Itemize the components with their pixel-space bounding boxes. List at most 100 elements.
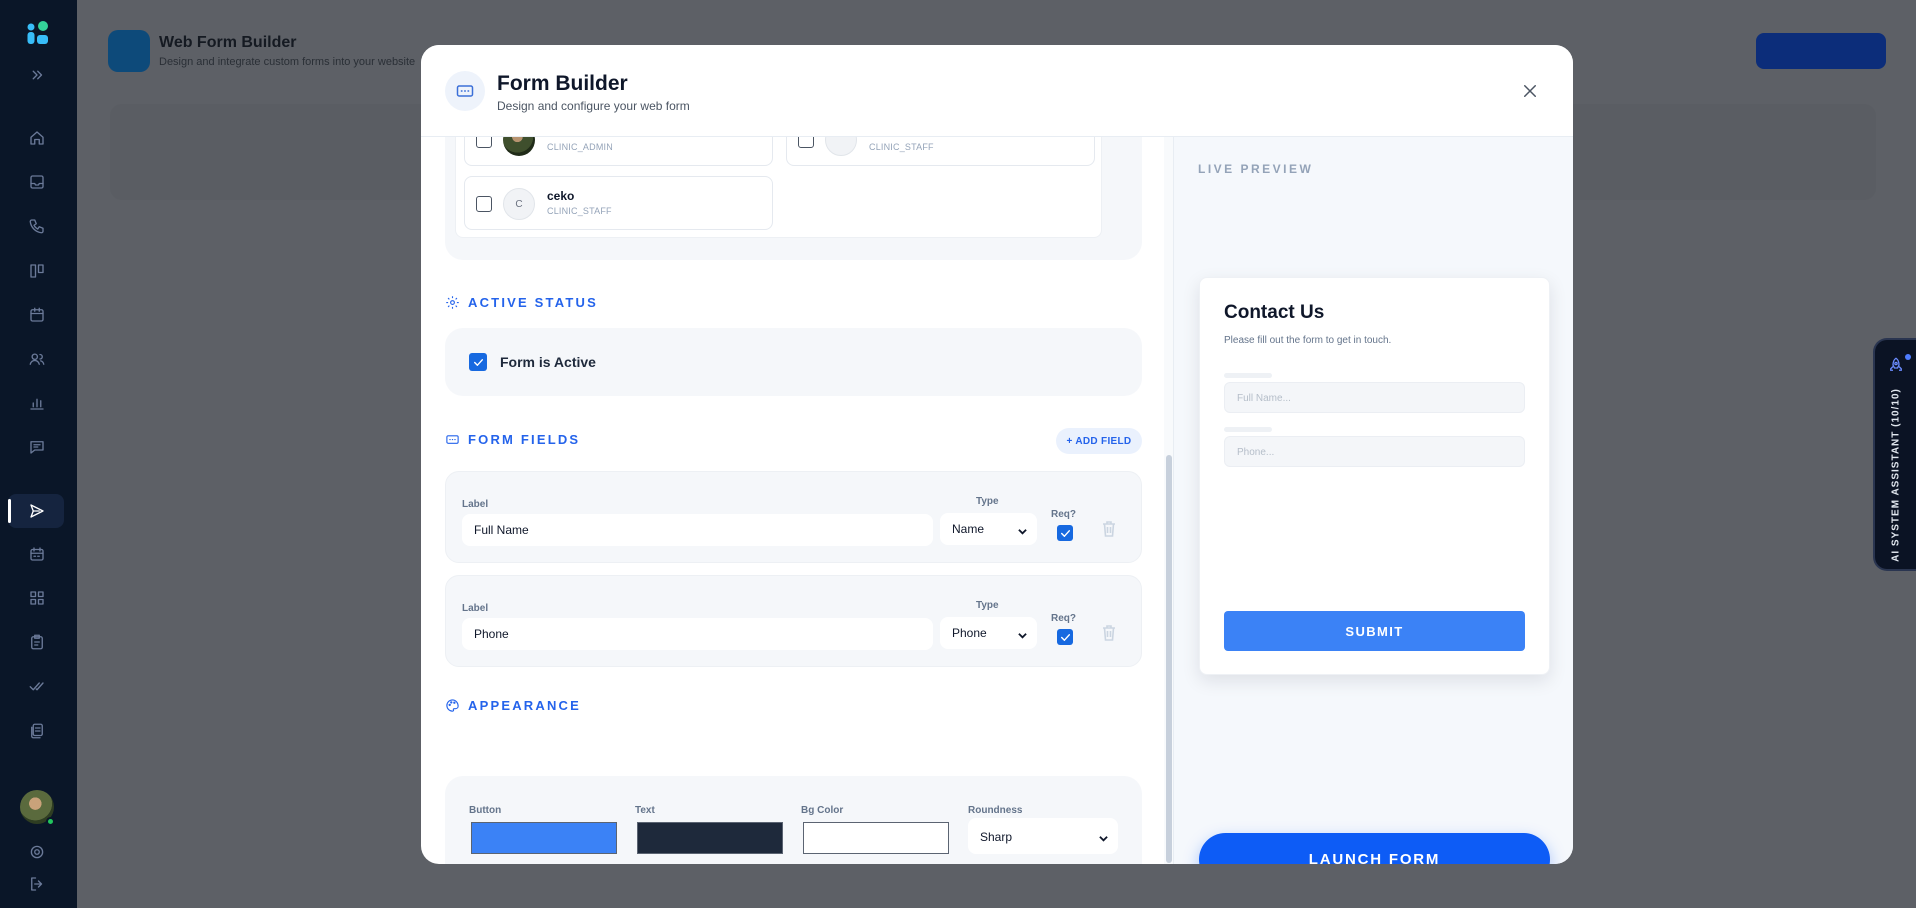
form-builder-modal: Form Builder Design and configure your w… (421, 45, 1573, 864)
palette-icon (446, 699, 459, 712)
preview-form-title: Contact Us (1224, 302, 1325, 323)
form-field-row: Label Type Req? Phone Phone (445, 575, 1142, 667)
ai-assistant-tab[interactable]: AI SYSTEM ASSISTANT (10/10) (1873, 338, 1916, 571)
add-field-button[interactable]: + ADD FIELD (1056, 428, 1142, 454)
close-button[interactable] (1517, 78, 1543, 104)
member-item[interactable]: CLINIC_ADMIN (464, 137, 773, 166)
launch-form-button[interactable]: LAUNCH FORM (1199, 833, 1550, 864)
apps-grid-icon[interactable] (26, 587, 48, 609)
online-status-dot (46, 817, 55, 826)
field-type-value: Name (952, 522, 985, 536)
text-color-picker[interactable] (637, 822, 783, 854)
check-icon (473, 358, 483, 366)
documents-icon[interactable] (26, 720, 48, 742)
active-status-heading: ACTIVE STATUS (445, 295, 598, 310)
live-preview-panel: LIVE PREVIEW Contact Us Please fill out … (1173, 137, 1573, 864)
delete-field-button[interactable] (1102, 625, 1116, 641)
app-logo-icon[interactable] (24, 20, 52, 48)
members-list: CLINIC_ADMIN CLINIC_STAFF C ceko CLINIC_… (455, 137, 1102, 238)
field-type-value: Phone (952, 626, 987, 640)
field-type-select[interactable]: Phone (940, 617, 1037, 649)
button-color-picker[interactable] (471, 822, 617, 854)
expand-sidebar-icon[interactable] (26, 64, 48, 86)
member-checkbox[interactable] (476, 196, 492, 212)
field-required-caption: Req? (1051, 613, 1076, 624)
send-icon[interactable] (26, 500, 48, 522)
page-logo-icon (108, 30, 150, 72)
appearance-card: Button Text Bg Color Roundness Sharp (445, 776, 1142, 864)
preview-form-description: Please fill out the form to get in touch… (1224, 335, 1392, 346)
page-title: Web Form Builder (159, 34, 297, 51)
preview-phone-input[interactable]: Phone... (1224, 436, 1525, 467)
home-icon[interactable] (26, 127, 48, 149)
member-avatar (503, 137, 535, 156)
scrollbar-thumb[interactable] (1166, 455, 1172, 863)
form-fields-title: FORM FIELDS (468, 432, 581, 447)
member-role: CLINIC_ADMIN (547, 142, 613, 152)
member-item[interactable]: CLINIC_STAFF (786, 137, 1095, 166)
settings-icon[interactable] (26, 841, 48, 863)
roundness-label: Roundness (968, 805, 1023, 816)
member-checkbox[interactable] (476, 137, 492, 148)
check-double-icon[interactable] (26, 675, 48, 697)
check-icon (1060, 633, 1070, 641)
calendar-icon[interactable] (26, 304, 48, 326)
modal-title: Form Builder (497, 72, 628, 95)
field-label-caption: Label (462, 603, 489, 614)
appearance-heading: APPEARANCE (445, 698, 581, 713)
active-status-card: Form is Active (445, 328, 1142, 396)
member-item[interactable]: C ceko CLINIC_STAFF (464, 176, 773, 230)
member-checkbox[interactable] (798, 137, 814, 148)
trash-icon (1103, 521, 1115, 537)
field-label-caption: Label (462, 499, 489, 510)
member-role: CLINIC_STAFF (869, 142, 934, 152)
page-primary-button[interactable] (1756, 33, 1886, 69)
bg-color-label: Bg Color (801, 805, 844, 816)
field-required-checkbox[interactable] (1057, 629, 1073, 645)
chevron-down-icon (1018, 525, 1027, 535)
board-icon[interactable] (26, 260, 48, 282)
clipboard-icon[interactable] (26, 631, 48, 653)
builder-settings-panel[interactable]: CLINIC_ADMIN CLINIC_STAFF C ceko CLINIC_… (421, 137, 1171, 864)
preview-full-name-input[interactable]: Full Name... (1224, 382, 1525, 413)
field-label-input[interactable]: Full Name (462, 514, 933, 546)
users-icon[interactable] (26, 348, 48, 370)
member-name: ceko (547, 189, 575, 203)
member-avatar (825, 137, 857, 156)
logout-icon[interactable] (26, 873, 48, 895)
active-status-title: ACTIVE STATUS (468, 295, 598, 310)
schedule-icon[interactable] (26, 543, 48, 565)
analytics-icon[interactable] (26, 392, 48, 414)
field-type-caption: Type (976, 600, 999, 611)
trash-icon (1103, 625, 1115, 641)
field-required-caption: Req? (1051, 509, 1076, 520)
appearance-title: APPEARANCE (468, 698, 582, 713)
button-color-label: Button (469, 805, 502, 816)
field-type-select[interactable]: Name (940, 513, 1037, 545)
field-required-checkbox[interactable] (1057, 525, 1073, 541)
sidebar-active-indicator (8, 499, 11, 523)
field-label-input[interactable]: Phone (462, 618, 933, 650)
preview-submit-button[interactable]: SUBMIT (1224, 611, 1525, 651)
close-icon (1524, 85, 1536, 97)
preview-form-card: Contact Us Please fill out the form to g… (1199, 277, 1550, 675)
page-subtitle: Design and integrate custom forms into y… (159, 56, 416, 68)
form-field-row: Label Type Req? Full Name Name (445, 471, 1142, 563)
form-active-label: Form is Active (500, 354, 596, 370)
roundness-select[interactable]: Sharp (968, 818, 1118, 854)
live-preview-title: LIVE PREVIEW (1198, 162, 1314, 176)
member-role: CLINIC_STAFF (547, 206, 612, 216)
roundness-value: Sharp (980, 830, 1013, 844)
bg-color-picker[interactable] (803, 822, 949, 854)
notification-dot (1905, 354, 1911, 360)
chat-icon[interactable] (26, 436, 48, 458)
phone-icon[interactable] (26, 215, 48, 237)
form-icon (445, 71, 485, 111)
field-type-caption: Type (976, 496, 999, 507)
chevron-down-icon (1099, 832, 1108, 846)
delete-field-button[interactable] (1102, 521, 1116, 537)
form-active-checkbox[interactable] (469, 353, 487, 371)
preview-field-label (1224, 427, 1272, 432)
inbox-icon[interactable] (26, 171, 48, 193)
rocket-icon (1887, 356, 1905, 374)
